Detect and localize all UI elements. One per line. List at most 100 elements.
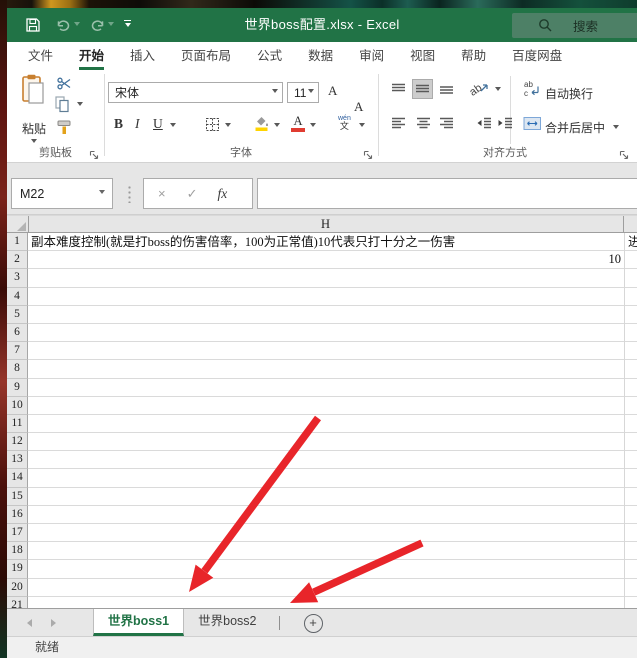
format-painter-button[interactable] [57, 120, 72, 140]
grid-row[interactable]: 8 [7, 360, 637, 378]
decrease-font-size-button[interactable]: A [354, 99, 637, 115]
grid-row[interactable]: 5 [7, 306, 637, 324]
grid-row[interactable]: 21 [7, 597, 637, 608]
alignment-dialog-launcher[interactable] [619, 147, 630, 158]
row-header[interactable]: 2 [7, 251, 28, 269]
paste-label[interactable]: 粘贴 [15, 120, 53, 137]
tab-home[interactable]: 开始 [66, 42, 117, 70]
grid-row[interactable]: 9 [7, 379, 637, 397]
tab-file[interactable]: 文件 [15, 42, 66, 70]
row-header[interactable]: 15 [7, 488, 28, 506]
cut-button[interactable] [57, 76, 72, 96]
sheet-tab-world-boss1[interactable]: 世界boss1 [93, 609, 184, 636]
font-size-combobox[interactable]: 11 [287, 82, 319, 103]
row-header[interactable]: 1 [7, 233, 28, 251]
tab-help[interactable]: 帮助 [448, 42, 499, 70]
enter-button[interactable]: ✓ [187, 186, 198, 202]
row-header[interactable]: 20 [7, 579, 28, 597]
font-dialog-launcher[interactable] [363, 147, 374, 158]
borders-button[interactable] [205, 117, 220, 137]
orientation-dropdown-icon[interactable] [495, 87, 501, 94]
grid-row[interactable]: 15 [7, 488, 637, 506]
tab-data[interactable]: 数据 [295, 42, 346, 70]
grid-row[interactable]: 19 [7, 560, 637, 578]
copy-button[interactable] [55, 96, 70, 118]
grid-row[interactable]: 17 [7, 524, 637, 542]
row-header[interactable]: 10 [7, 397, 28, 415]
increase-indent-button[interactable] [497, 116, 514, 135]
bold-button[interactable]: B [114, 116, 123, 132]
tab-page-layout[interactable]: 页面布局 [168, 42, 244, 70]
sheet-nav-left-icon[interactable] [23, 619, 32, 627]
align-left-button[interactable] [390, 116, 407, 135]
merge-center-dropdown-icon[interactable] [613, 125, 619, 132]
cell-I1-partial-text[interactable]: 进 [628, 233, 637, 251]
row-header[interactable]: 14 [7, 469, 28, 487]
merge-center-button[interactable] [523, 116, 542, 136]
align-center-button[interactable] [415, 116, 432, 135]
grid-row[interactable]: 10 [7, 397, 637, 415]
name-box-dropdown-icon[interactable] [99, 190, 105, 197]
decrease-indent-button[interactable] [476, 116, 493, 135]
tab-baidu-netdisk[interactable]: 百度网盘 [499, 42, 575, 70]
font-name-dropdown-icon[interactable] [272, 89, 278, 96]
search-box[interactable]: 搜索 [512, 13, 637, 38]
phonetic-guide-button[interactable]: wén 文 [338, 115, 351, 131]
underline-button[interactable]: U [153, 116, 163, 132]
new-sheet-button[interactable] [304, 614, 323, 633]
row-header[interactable]: 12 [7, 433, 28, 451]
row-header[interactable]: 5 [7, 306, 28, 324]
clipboard-dialog-launcher[interactable] [89, 147, 100, 158]
top-align-button[interactable] [390, 82, 407, 101]
grid-row[interactable]: 3 [7, 269, 637, 287]
cell-H1-text[interactable]: 副本难度控制(就是打boss的伤害倍率，100为正常值)10代表只打十分之一伤害 [31, 233, 455, 251]
tab-view[interactable]: 视图 [397, 42, 448, 70]
column-header-I-partial[interactable] [624, 216, 637, 232]
italic-button[interactable]: I [135, 116, 140, 132]
grid-row[interactable]: 12 [7, 433, 637, 451]
cell-H2-value[interactable]: 10 [28, 251, 621, 269]
wrap-text-label[interactable]: 自动换行 [545, 85, 593, 102]
row-header[interactable]: 4 [7, 288, 28, 306]
row-header[interactable]: 11 [7, 415, 28, 433]
row-header[interactable]: 16 [7, 506, 28, 524]
grid-row[interactable]: 20 [7, 579, 637, 597]
column-header-H[interactable]: H [28, 216, 624, 232]
underline-dropdown-icon[interactable] [170, 123, 176, 130]
grid-row[interactable]: 4 [7, 288, 637, 306]
fill-color-button[interactable] [253, 115, 270, 137]
bottom-align-button[interactable] [438, 82, 455, 101]
phonetic-dropdown-icon[interactable] [359, 123, 365, 130]
font-size-dropdown-icon[interactable] [308, 89, 314, 96]
font-color-dropdown-icon[interactable] [310, 123, 316, 130]
paste-button[interactable] [21, 74, 47, 111]
align-right-button[interactable] [438, 116, 455, 135]
copy-dropdown-icon[interactable] [77, 102, 83, 109]
insert-function-button[interactable]: fx [218, 186, 228, 202]
formula-bar-grip[interactable] [128, 185, 131, 203]
row-header[interactable]: 3 [7, 269, 28, 287]
row-header[interactable]: 8 [7, 360, 28, 378]
grid-row[interactable]: 6 [7, 324, 637, 342]
middle-align-button[interactable] [413, 80, 432, 98]
row-header[interactable]: 7 [7, 342, 28, 360]
select-all-corner[interactable] [7, 216, 29, 232]
grid-row[interactable]: 16 [7, 506, 637, 524]
tab-formulas[interactable]: 公式 [244, 42, 295, 70]
row-header[interactable]: 6 [7, 324, 28, 342]
grid-row[interactable]: 13 [7, 451, 637, 469]
formula-input[interactable] [257, 178, 637, 209]
sheet-nav-right-icon[interactable] [51, 619, 60, 627]
grid-row[interactable]: 11 [7, 415, 637, 433]
row-header[interactable]: 18 [7, 542, 28, 560]
sheet-tab-world-boss2[interactable]: 世界boss2 [184, 609, 270, 636]
row-header[interactable]: 19 [7, 560, 28, 578]
font-color-button[interactable]: A [291, 116, 305, 132]
tab-insert[interactable]: 插入 [117, 42, 168, 70]
tab-review[interactable]: 审阅 [346, 42, 397, 70]
row-header[interactable]: 17 [7, 524, 28, 542]
row-header[interactable]: 9 [7, 379, 28, 397]
fill-color-dropdown-icon[interactable] [274, 123, 280, 130]
grid-row[interactable]: 7 [7, 342, 637, 360]
name-box[interactable]: M22 [11, 178, 113, 209]
